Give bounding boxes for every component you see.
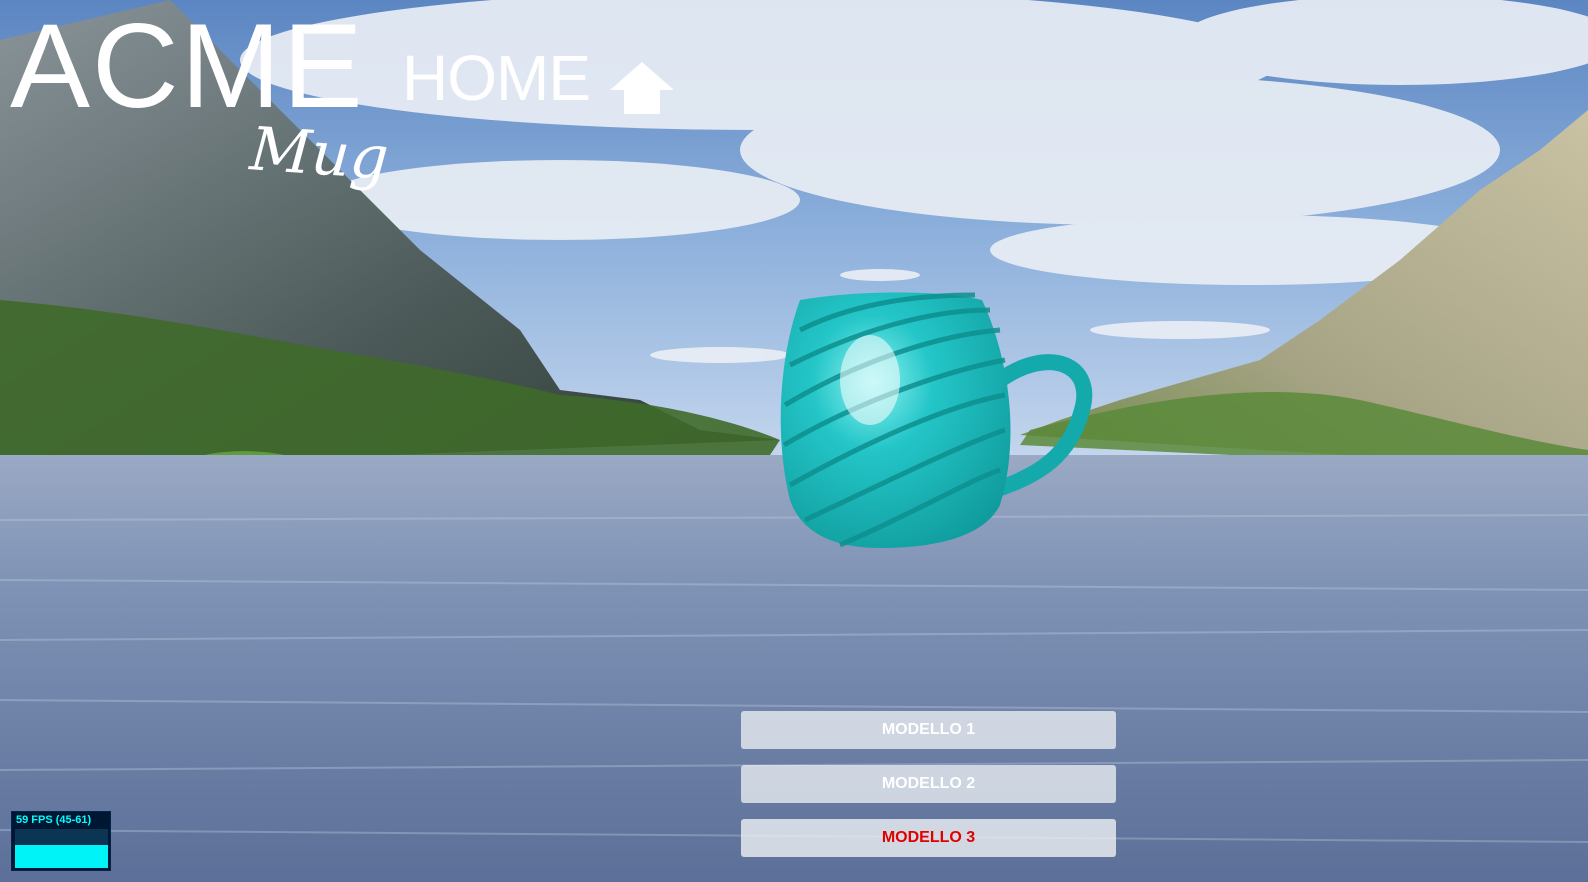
home-icon[interactable] [608, 60, 676, 116]
model-1-button[interactable]: MODELLO 1 [741, 711, 1116, 749]
fps-graph [15, 829, 108, 868]
model-2-button[interactable]: MODELLO 2 [741, 765, 1116, 803]
fps-readout: 59 FPS (45-61) [16, 814, 92, 826]
home-link[interactable]: HOME [402, 46, 591, 110]
model-selector: MODELLO 1 MODELLO 2 MODELLO 3 [741, 711, 1116, 873]
product-subtitle: Mug [247, 114, 391, 194]
fps-bar [15, 845, 108, 868]
brand-name: ACME [10, 0, 365, 133]
model-3-button[interactable]: MODELLO 3 [741, 819, 1116, 857]
3d-viewer-canvas[interactable]: ACME HOME Mug MODELLO 1 MODELLO 2 MODELL… [0, 0, 1588, 882]
fps-stats-panel[interactable]: 59 FPS (45-61) [11, 811, 111, 871]
